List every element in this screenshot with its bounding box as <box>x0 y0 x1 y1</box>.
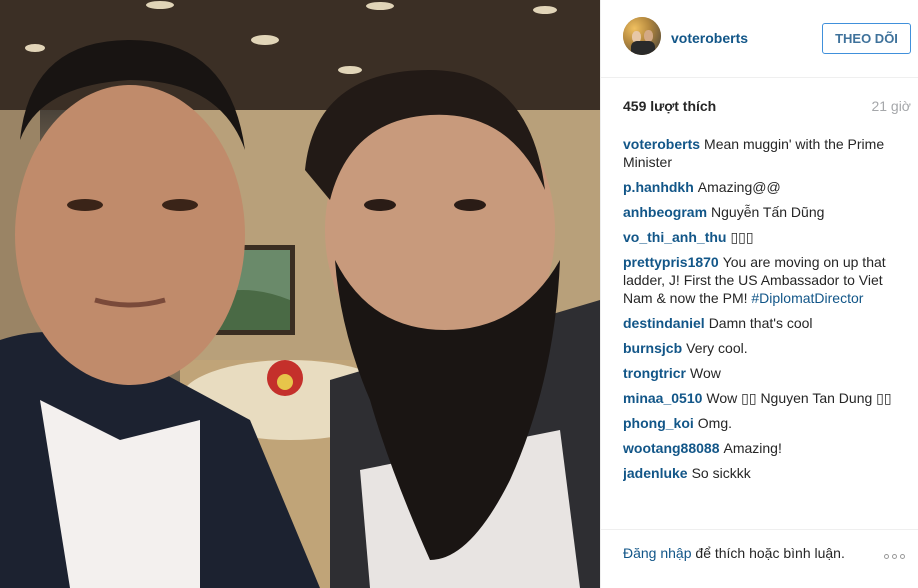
comment-username[interactable]: destindaniel <box>623 315 705 331</box>
comment-text: Amazing! <box>723 440 782 456</box>
login-prompt-rest: để thích hoặc bình luận. <box>691 545 845 561</box>
comment-username[interactable]: wootang88088 <box>623 440 719 456</box>
comment-item: minaa_0510 Wow ▯▯ Nguyen Tan Dung ▯▯ <box>623 389 905 407</box>
comment-username[interactable]: prettypris1870 <box>623 254 719 270</box>
comment-username[interactable]: jadenluke <box>623 465 688 481</box>
comment-item: destindaniel Damn that's cool <box>623 314 905 332</box>
login-link[interactable]: Đăng nhập <box>623 545 692 561</box>
caption: voteroberts Mean muggin' with the Prime M… <box>623 135 905 171</box>
comments-list[interactable]: voteroberts Mean muggin' with the Prime M… <box>623 135 905 516</box>
comment-username[interactable]: vo_thi_anh_thu <box>623 229 726 245</box>
comment-username[interactable]: trongtricr <box>623 365 686 381</box>
more-dot <box>884 554 889 559</box>
comment-hashtag[interactable]: #DiplomatDirector <box>751 290 863 306</box>
comment-item: burnsjcb Very cool. <box>623 339 905 357</box>
avatar[interactable] <box>623 17 661 55</box>
post-header: voteroberts THEO DÕI <box>601 0 918 78</box>
comment-item: jadenluke So sickkk <box>623 464 905 482</box>
comment-username[interactable]: p.hanhdkh <box>623 179 694 195</box>
comment-text: Very cool. <box>686 340 748 356</box>
comment-item: trongtricr Wow <box>623 364 905 382</box>
author-username[interactable]: voteroberts <box>671 30 748 46</box>
comment-item: p.hanhdkh Amazing@@ <box>623 178 905 196</box>
comment-username[interactable]: minaa_0510 <box>623 390 702 406</box>
comment-text: So sickkk <box>691 465 751 481</box>
comment-text: Wow <box>690 365 721 381</box>
post-time[interactable]: 21 giờ <box>871 98 911 114</box>
post-photo-image <box>0 0 600 588</box>
comment-username[interactable]: anhbeogram <box>623 204 707 220</box>
comment-text: Damn that's cool <box>708 315 813 331</box>
post-stats: 459 lượt thích 21 giờ <box>623 98 911 118</box>
comment-text: Nguyễn Tấn Dũng <box>711 204 825 220</box>
comment-username[interactable]: burnsjcb <box>623 340 682 356</box>
post-photo[interactable] <box>0 0 600 588</box>
post-details-panel: voteroberts THEO DÕI 459 lượt thích 21 g… <box>600 0 918 588</box>
login-prompt: Đăng nhập để thích hoặc bình luận. <box>623 545 845 561</box>
avatar-body <box>631 41 655 55</box>
more-dot <box>892 554 897 559</box>
comment-username[interactable]: phong_koi <box>623 415 694 431</box>
comment-item: phong_koi Omg. <box>623 414 905 432</box>
caption-username[interactable]: voteroberts <box>623 136 700 152</box>
comment-item: prettypris1870 You are moving on up that … <box>623 253 905 307</box>
more-dot <box>900 554 905 559</box>
more-options-icon[interactable] <box>884 546 914 560</box>
comment-text: Amazing@@ <box>697 179 781 195</box>
comment-text: Omg. <box>697 415 733 431</box>
comment-item: anhbeogram Nguyễn Tấn Dũng <box>623 203 905 221</box>
comment-item: vo_thi_anh_thu ▯▯▯ <box>623 228 905 246</box>
post-footer: Đăng nhập để thích hoặc bình luận. <box>601 529 918 588</box>
likes-count[interactable]: 459 lượt thích <box>623 98 716 114</box>
comment-text: Wow ▯▯ Nguyen Tan Dung ▯▯ <box>706 390 892 406</box>
follow-button[interactable]: THEO DÕI <box>822 23 911 54</box>
comment-text: ▯▯▯ <box>730 229 754 245</box>
comment-item: wootang88088 Amazing! <box>623 439 905 457</box>
